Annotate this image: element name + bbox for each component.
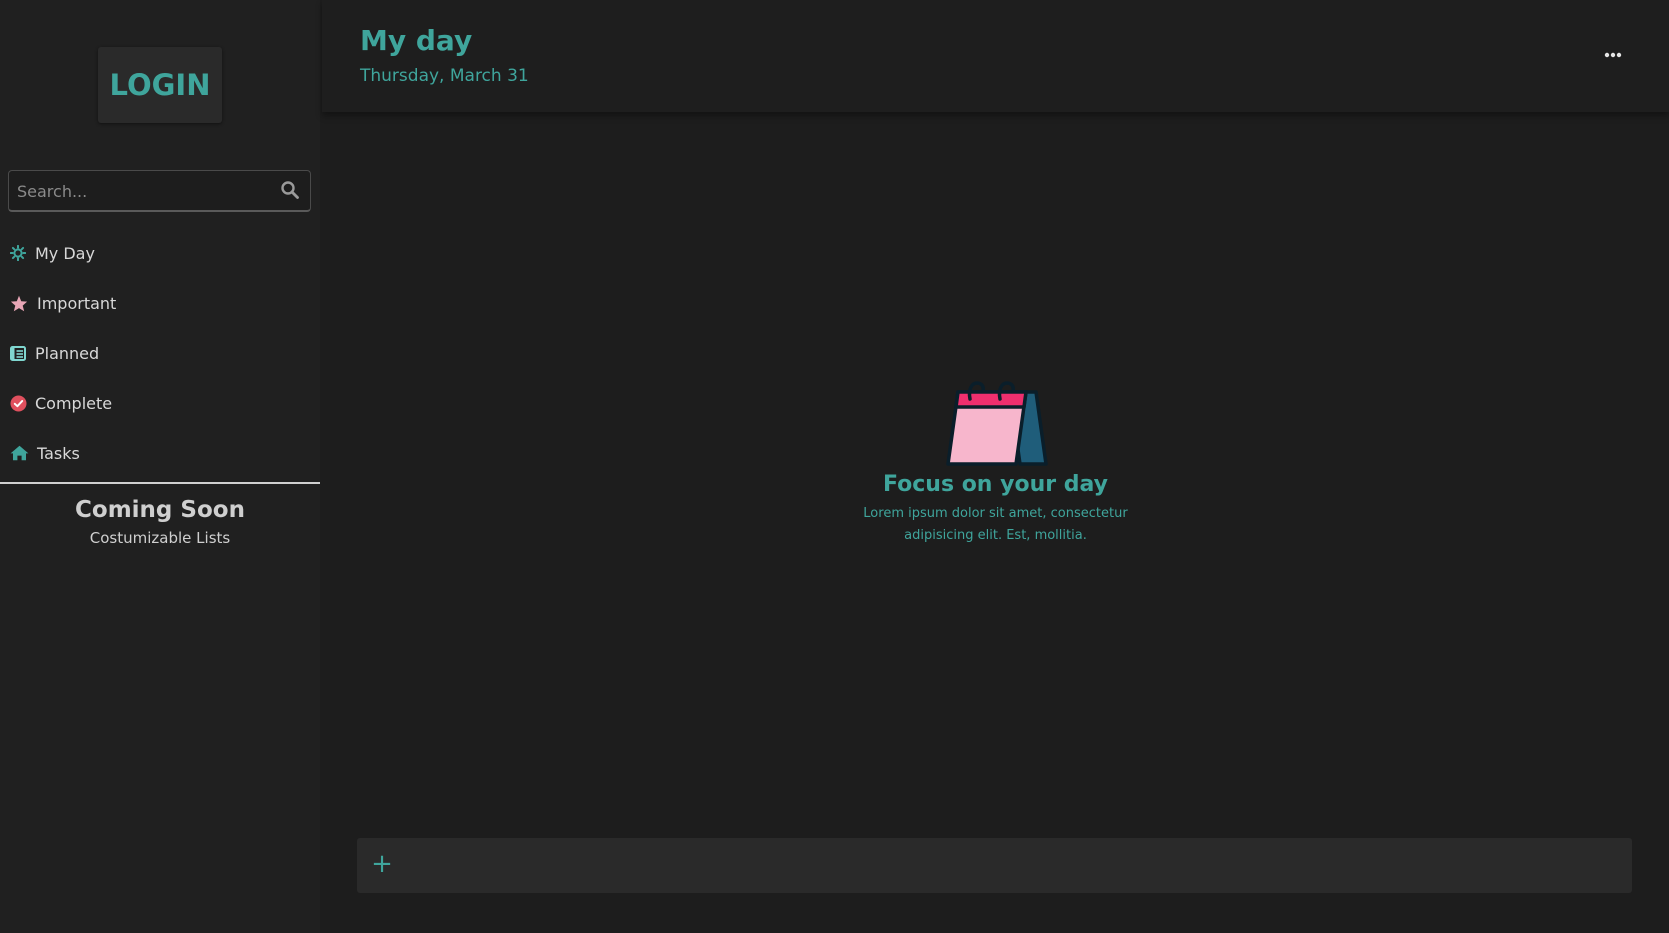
coming-soon-title: Coming Soon: [75, 497, 245, 523]
sidebar-item-planned[interactable]: Planned: [0, 328, 320, 378]
sidebar-item-complete[interactable]: Complete: [0, 378, 320, 428]
empty-state: Focus on your day Lorem ipsum dolor sit …: [322, 380, 1669, 547]
sidebar-item-label: Tasks: [37, 443, 80, 463]
sidebar-item-label: Planned: [35, 343, 100, 363]
search-box: [8, 170, 311, 212]
calendar-list-icon: [9, 344, 27, 362]
ellipsis-icon: [1604, 52, 1622, 58]
empty-state-title: Focus on your day: [882, 472, 1109, 497]
page-date: Thursday, March 31: [360, 66, 529, 86]
more-options-button[interactable]: [1599, 43, 1627, 67]
empty-state-text: Lorem ipsum dolor sit amet, consectetur …: [863, 506, 1128, 543]
sidebar-item-tasks[interactable]: Tasks: [0, 428, 320, 478]
page-title: My day: [360, 24, 473, 57]
sidebar: LOGIN Search... My Day Important Planned…: [0, 0, 320, 933]
search-input[interactable]: [9, 171, 274, 211]
plus-icon[interactable]: +: [369, 851, 395, 878]
sidebar-item-my-day[interactable]: My Day: [0, 228, 320, 278]
sun-icon: [9, 244, 27, 262]
search-icon[interactable]: [280, 180, 300, 200]
sidebar-divider: [0, 482, 320, 484]
home-icon: [9, 444, 29, 462]
login-button[interactable]: LOGIN: [98, 47, 222, 123]
sidebar-item-label: Important: [37, 293, 117, 313]
star-icon: [9, 294, 29, 312]
app-root: LOGIN Search... My Day Important Planned…: [0, 0, 1669, 933]
check-circle-icon: [9, 394, 27, 412]
page-header: My day Thursday, March 31: [322, 0, 1669, 112]
sidebar-item-label: Complete: [35, 393, 113, 413]
calendar-illustration: [945, 381, 1048, 466]
sidebar-item-label: My Day: [35, 243, 95, 263]
coming-soon-subtitle: Costumizable Lists: [89, 529, 231, 547]
add-task-input[interactable]: [401, 838, 1621, 893]
coming-soon-section: Coming Soon Costumizable Lists: [0, 497, 320, 547]
sidebar-item-important[interactable]: Important: [0, 278, 320, 328]
add-task-bar: +: [357, 838, 1632, 893]
sidebar-nav: My Day Important Planned Complete Tasks: [0, 228, 320, 478]
